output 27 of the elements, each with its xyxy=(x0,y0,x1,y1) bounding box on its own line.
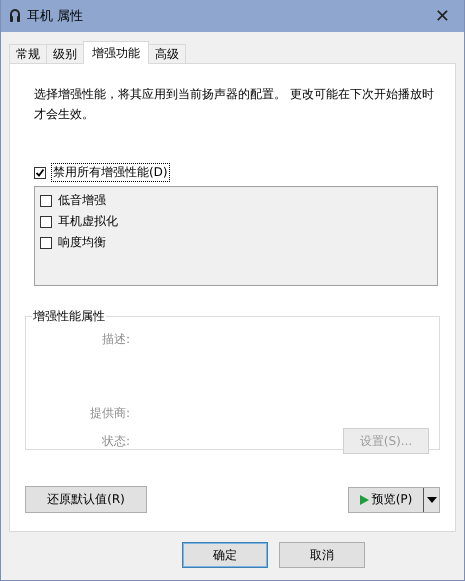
checkbox[interactable] xyxy=(40,194,52,206)
restore-defaults-button[interactable]: 还原默认值(R) xyxy=(25,486,147,513)
checkbox[interactable] xyxy=(40,236,52,248)
tab[interactable]: 增强功能 xyxy=(83,41,149,64)
checkbox[interactable] xyxy=(40,216,52,228)
tab[interactable]: 高级 xyxy=(148,44,186,63)
preview-split-button[interactable]: 预览(P) xyxy=(348,486,440,512)
preview-button[interactable]: 预览(P) xyxy=(349,488,423,512)
checkbox-label[interactable]: 低音增强 xyxy=(58,192,106,209)
field-label: 描述: xyxy=(100,330,130,348)
close-button[interactable]: ✕ xyxy=(430,6,454,26)
group-title: 增强性能属性 xyxy=(32,308,106,325)
checkbox[interactable] xyxy=(34,166,46,178)
checkbox-label[interactable]: 禁用所有增强性能(D) xyxy=(52,164,169,181)
headset-icon xyxy=(9,8,21,24)
dropdown-arrow-icon[interactable] xyxy=(423,488,439,512)
tab[interactable]: 级别 xyxy=(46,44,84,63)
window-title: 耳机 属性 xyxy=(27,8,84,25)
dialog-button[interactable]: 确定 xyxy=(182,542,268,568)
field-label: 状态: xyxy=(100,432,130,450)
checkbox-label[interactable]: 响度均衡 xyxy=(58,234,106,251)
play-icon xyxy=(360,494,369,504)
tab[interactable]: 常规 xyxy=(9,44,47,63)
description-text: 选择增强性能，将其应用到当前扬声器的配置。 更改可能在下次开始播放时才会生效。 xyxy=(34,86,435,123)
dialog-button[interactable]: 取消 xyxy=(279,542,365,568)
field-label: 提供商: xyxy=(88,404,130,422)
checkbox-label[interactable]: 耳机虚拟化 xyxy=(58,213,118,230)
